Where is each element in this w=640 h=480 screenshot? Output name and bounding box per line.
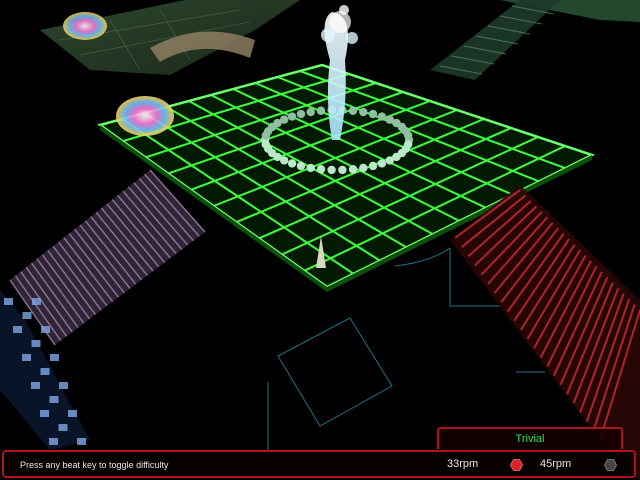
status-bar: Press any beat key to toggle difficulty … <box>2 450 636 478</box>
hint-text: Press any beat key to toggle difficulty <box>20 460 169 470</box>
game-scene <box>0 0 640 480</box>
upper-right-staircase <box>430 0 640 80</box>
rainbow-orb-top <box>63 12 107 40</box>
left-ramp <box>9 169 206 346</box>
difficulty-label: Trivial <box>515 433 545 445</box>
speed-33-indicator-icon[interactable] <box>510 459 523 471</box>
difficulty-panel: Trivial <box>437 427 623 449</box>
speed-45-label[interactable]: 45rpm <box>540 458 571 470</box>
speed-45-indicator-icon[interactable] <box>604 459 617 471</box>
speed-33-label[interactable]: 33rpm <box>447 458 478 470</box>
rainbow-orb-left <box>116 96 174 136</box>
